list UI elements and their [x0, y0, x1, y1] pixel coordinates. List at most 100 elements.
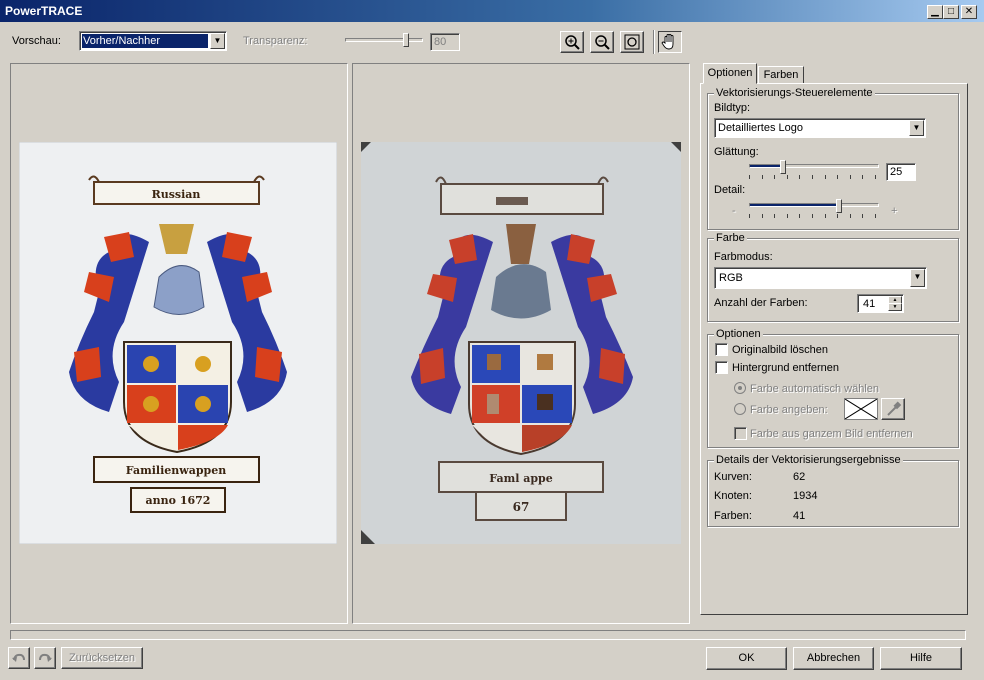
remove-from-image-checkbox[interactable]	[734, 427, 747, 440]
remove-from-image-label[interactable]: Farbe aus ganzem Bild entfernen	[750, 428, 913, 440]
nodes-label: Knoten:	[714, 490, 752, 502]
no-color-icon	[845, 399, 877, 419]
redo-icon	[39, 653, 52, 662]
detail-slider[interactable]	[749, 199, 879, 221]
window-title: PowerTRACE	[5, 4, 83, 18]
slider-tick	[774, 175, 775, 179]
slider-tick	[825, 214, 826, 218]
color-swatch[interactable]	[844, 398, 878, 420]
color-mode-label: Farbmodus:	[714, 251, 773, 263]
zoom-fit-icon	[624, 34, 640, 50]
slider-tick	[799, 175, 800, 179]
slider-tick	[862, 214, 863, 218]
slider-tick	[850, 175, 851, 179]
original-year-text: anno 1672	[146, 494, 211, 507]
slider-tick	[812, 175, 813, 179]
image-type-label: Bildtyp:	[714, 102, 751, 114]
chevron-down-icon: ▼	[892, 304, 898, 310]
detail-minus-label: -	[732, 205, 736, 217]
original-coat-of-arms-image: Russian Familienwappen anno 1672	[19, 142, 337, 544]
transparency-slider[interactable]	[345, 32, 425, 52]
smoothing-ticks	[749, 175, 879, 180]
curves-label: Kurven:	[714, 471, 752, 483]
color-count-value: 41	[863, 298, 876, 310]
tab-optionen[interactable]: Optionen	[703, 63, 757, 84]
slider-tick	[812, 214, 813, 218]
progress-bar	[10, 630, 966, 640]
detail-thumb[interactable]	[836, 199, 842, 213]
auto-color-radio[interactable]	[734, 382, 746, 394]
after-preview-pane[interactable]: Faml appe 67	[352, 63, 690, 624]
chevron-down-icon[interactable]: ▼	[210, 33, 225, 49]
smoothing-slider[interactable]	[749, 160, 879, 182]
detail-plus-label: +	[891, 205, 898, 217]
slider-tick	[850, 214, 851, 218]
spinner-down-button[interactable]: ▼	[888, 303, 902, 311]
eyedropper-icon	[887, 401, 902, 416]
slider-tick	[837, 214, 838, 218]
results-group-title: Details der Vektorisierungsergebnisse	[714, 454, 903, 466]
slider-tick	[787, 214, 788, 218]
auto-color-label[interactable]: Farbe automatisch wählen	[750, 383, 879, 395]
zoom-out-icon	[595, 35, 610, 50]
detail-fill	[750, 204, 837, 206]
color-mode-value: RGB	[719, 272, 743, 284]
traced-year-text: 67	[513, 500, 530, 514]
image-type-select[interactable]: Detailliertes Logo ▼	[714, 118, 926, 138]
smoothing-value-field[interactable]: 25	[886, 163, 916, 181]
slider-tick	[749, 175, 750, 179]
detail-ticks	[749, 214, 879, 219]
traced-banner-bottom-text: Faml appe	[489, 472, 553, 485]
colors-value: 41	[793, 510, 806, 522]
smoothing-thumb[interactable]	[780, 160, 786, 174]
slider-tick	[774, 214, 775, 218]
ok-button[interactable]: OK	[706, 647, 787, 670]
tab-farben-label: Farben	[763, 69, 799, 81]
remove-background-checkbox[interactable]	[715, 361, 728, 374]
delete-original-label[interactable]: Originalbild löschen	[732, 344, 828, 356]
delete-original-checkbox[interactable]	[715, 343, 728, 356]
zoom-fit-button[interactable]	[620, 31, 644, 53]
colors-label: Farben:	[714, 510, 752, 522]
pan-button[interactable]	[658, 31, 682, 53]
minimize-icon: ▁	[931, 6, 939, 17]
slider-tick	[862, 175, 863, 179]
redo-button[interactable]	[34, 647, 56, 669]
transparency-label: Transparenz:	[243, 35, 308, 47]
specify-color-radio[interactable]	[734, 403, 746, 415]
close-icon: ✕	[964, 6, 974, 17]
zoom-out-button[interactable]	[590, 31, 614, 53]
close-button[interactable]: ✕	[961, 5, 977, 19]
chevron-down-icon[interactable]: ▼	[909, 120, 924, 136]
cancel-button[interactable]: Abbrechen	[793, 647, 874, 670]
slider-tick	[762, 175, 763, 179]
nodes-value: 1934	[793, 490, 818, 502]
tab-farben[interactable]: Farben	[758, 66, 804, 84]
transparency-thumb[interactable]	[403, 33, 409, 47]
zoom-in-button[interactable]	[560, 31, 584, 53]
slider-tick	[787, 175, 788, 179]
eyedropper-button[interactable]	[881, 398, 905, 420]
slider-tick	[825, 175, 826, 179]
undo-button[interactable]	[8, 647, 30, 669]
chevron-down-icon[interactable]: ▼	[910, 269, 925, 287]
toolbar-separator	[653, 30, 655, 54]
maximize-button[interactable]: □	[943, 5, 959, 19]
image-type-value: Detailliertes Logo	[718, 122, 803, 134]
transparency-value: 80	[430, 33, 460, 51]
vectorize-group-title: Vektorisierungs-Steuerelemente	[714, 87, 875, 99]
color-mode-select[interactable]: RGB ▼	[714, 267, 927, 289]
specify-color-label[interactable]: Farbe angeben:	[750, 404, 828, 416]
remove-background-label[interactable]: Hintergrund entfernen	[732, 362, 839, 374]
options-group-title: Optionen	[714, 328, 763, 340]
minimize-button[interactable]: ▁	[927, 5, 943, 19]
help-button[interactable]: Hilfe	[880, 647, 962, 670]
before-preview-pane[interactable]: Russian Familienwappen anno 1672	[10, 63, 348, 624]
slider-tick	[875, 214, 876, 218]
maximize-icon: □	[947, 6, 955, 17]
smoothing-label: Glättung:	[714, 146, 759, 158]
color-count-spinner[interactable]: 41 ▲ ▼	[857, 294, 904, 313]
title-bar[interactable]: PowerTRACE ▁ □ ✕	[0, 0, 984, 22]
reset-button[interactable]: Zurücksetzen	[61, 647, 143, 669]
preview-select[interactable]: Vorher/Nachher ▼	[79, 31, 227, 51]
